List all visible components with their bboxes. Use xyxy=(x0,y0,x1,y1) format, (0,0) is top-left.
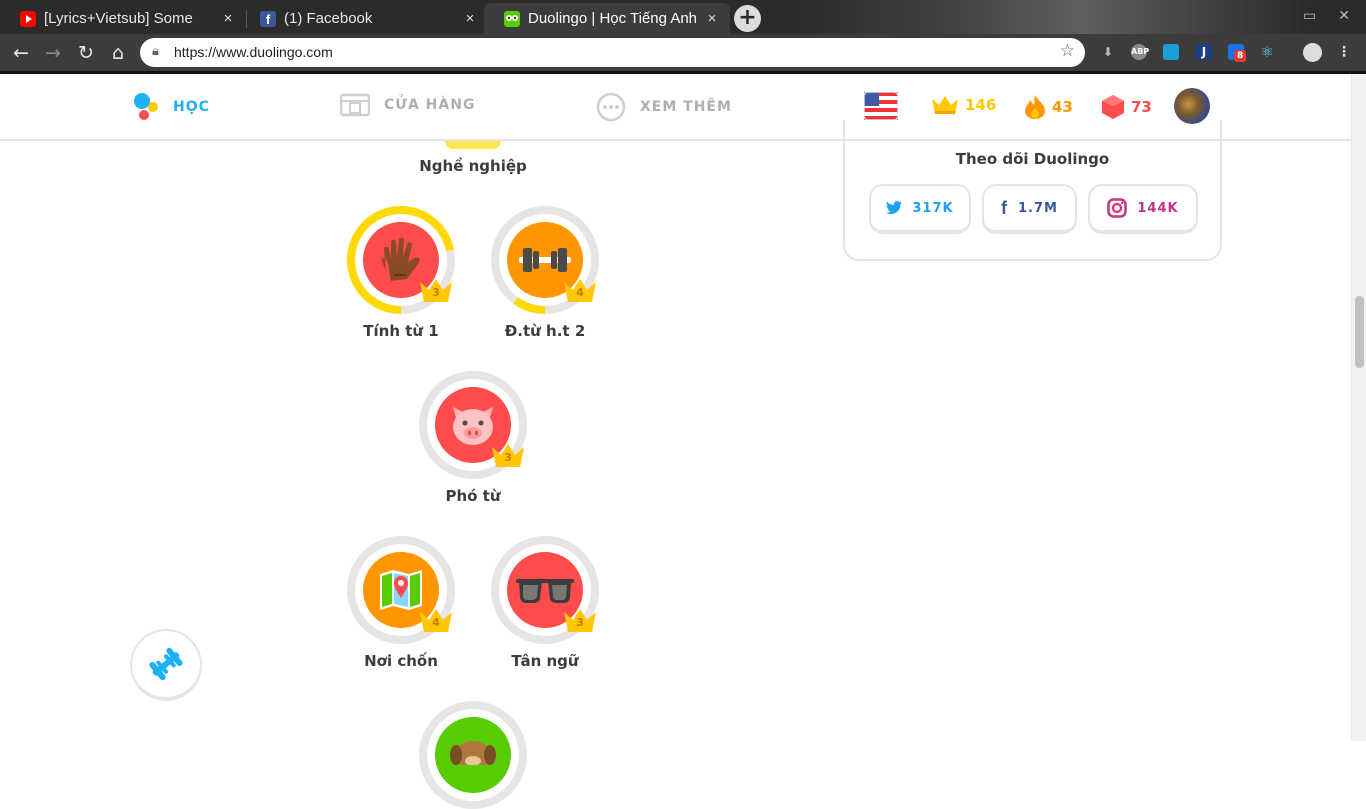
extension-j-icon[interactable]: J xyxy=(1196,44,1212,60)
skill-label[interactable]: Nghề nghiệp xyxy=(373,157,573,175)
crown-level: 3 xyxy=(576,616,584,629)
panel-title: Theo dõi Duolingo xyxy=(955,150,1110,168)
more-icon xyxy=(596,92,626,122)
browser-toolbar: ← → ↻ ⌂ 🔒︎ https://www.duolingo.com ☆ ⬇ … xyxy=(0,34,1366,71)
nav-shop[interactable]: CỬA HÀNG xyxy=(340,92,475,118)
download-extension-icon[interactable]: ⬇ xyxy=(1100,44,1116,60)
react-devtools-icon[interactable]: ⚛ xyxy=(1259,44,1275,60)
us-flag-icon xyxy=(864,92,898,120)
nav-shop-label: CỬA HÀNG xyxy=(384,97,476,113)
browser-tab-bar: [Lyrics+Vietsub] Some × f (1) Facebook ×… xyxy=(0,0,1366,34)
gem-icon xyxy=(1102,95,1124,119)
dumbbell-practice-icon xyxy=(149,647,183,681)
tab-bar-background-art xyxy=(800,0,1310,34)
crown-level: 4 xyxy=(576,286,584,299)
twitter-icon xyxy=(886,201,903,215)
skill-label[interactable]: Tân ngữ xyxy=(445,652,645,670)
youtube-icon xyxy=(20,10,36,27)
crowns-counter[interactable]: 146 xyxy=(931,94,996,116)
streak-counter[interactable]: 43 xyxy=(1024,94,1073,120)
crowns-count: 146 xyxy=(965,96,997,114)
flame-icon xyxy=(1025,95,1045,119)
dog-icon xyxy=(450,741,496,765)
extension-drop-icon[interactable]: 8 xyxy=(1228,44,1247,62)
window-controls: ▭ ✕ xyxy=(1303,8,1350,24)
nav-more-label: XEM THÊM xyxy=(640,99,732,115)
forward-icon[interactable]: → xyxy=(42,42,64,64)
nav-learn-label: HỌC xyxy=(173,99,210,115)
back-icon[interactable]: ← xyxy=(10,42,32,64)
bookmark-star-icon[interactable]: ☆ xyxy=(1060,41,1075,61)
nav-more[interactable]: XEM THÊM xyxy=(596,92,732,122)
shop-icon xyxy=(340,93,370,117)
skill-circle-partial[interactable] xyxy=(445,141,501,149)
duolingo-icon xyxy=(504,10,520,27)
tab-duolingo[interactable]: Duolingo | Học Tiếng Anh × xyxy=(484,3,730,34)
tab-title: Duolingo | Học Tiếng Anh xyxy=(528,10,696,27)
page-scrollbar[interactable] xyxy=(1351,74,1366,741)
crown-level: 3 xyxy=(504,451,512,464)
practice-button[interactable] xyxy=(130,629,202,701)
skill-label[interactable]: Đ.từ h.t 2 xyxy=(445,322,645,340)
learn-icon xyxy=(134,93,158,120)
scrollbar-thumb[interactable] xyxy=(1355,296,1364,368)
extension-blue-icon[interactable] xyxy=(1163,44,1179,60)
skill-circle xyxy=(435,717,511,793)
skill-partial-bottom[interactable] xyxy=(419,701,527,809)
crown-level: 3 xyxy=(432,286,440,299)
twitter-count: 317K xyxy=(912,200,954,216)
crown-level: 4 xyxy=(432,616,440,629)
new-tab-button[interactable]: + xyxy=(734,5,761,32)
follow-duolingo-panel: Theo dõi Duolingo 317K f 1.7M 144K xyxy=(843,120,1222,261)
skill-pho-tu[interactable]: 3 xyxy=(419,371,527,479)
tab-close-button[interactable]: × xyxy=(462,10,478,27)
skill-tan-ngu[interactable]: 3 xyxy=(491,536,599,644)
twitter-button[interactable]: 317K xyxy=(869,184,971,234)
facebook-icon: f xyxy=(260,10,276,27)
url-text: https://www.duolingo.com xyxy=(174,44,333,60)
skill-label[interactable]: Phó từ xyxy=(373,487,573,505)
adblock-extension-icon[interactable]: ABP xyxy=(1131,44,1149,60)
menu-kebab-icon[interactable]: ⋮ xyxy=(1336,44,1352,60)
dumbbell-icon xyxy=(519,248,571,272)
gems-count: 73 xyxy=(1131,98,1152,116)
instagram-count: 144K xyxy=(1137,200,1179,216)
tab-youtube[interactable]: [Lyrics+Vietsub] Some × xyxy=(0,3,246,34)
streak-count: 43 xyxy=(1052,98,1073,116)
sunglasses-icon xyxy=(516,579,574,603)
tab-title: (1) Facebook xyxy=(284,10,373,27)
extension-badge: 8 xyxy=(1234,50,1247,62)
instagram-button[interactable]: 144K xyxy=(1088,184,1198,234)
lock-icon: 🔒︎ xyxy=(152,44,159,59)
tab-close-button[interactable]: × xyxy=(220,10,236,27)
tab-facebook[interactable]: f (1) Facebook × xyxy=(240,3,488,34)
tab-close-button[interactable]: × xyxy=(704,10,720,27)
tab-title: [Lyrics+Vietsub] Some xyxy=(44,10,193,27)
close-window-icon[interactable]: ✕ xyxy=(1338,8,1350,24)
user-avatar[interactable] xyxy=(1174,88,1210,124)
home-icon[interactable]: ⌂ xyxy=(107,42,129,64)
facebook-button[interactable]: f 1.7M xyxy=(982,184,1077,234)
course-flag-button[interactable] xyxy=(864,92,898,120)
skill-tinh-tu-1[interactable]: 3 xyxy=(347,206,455,314)
crown-icon xyxy=(932,96,958,114)
skill-dong-tu-ht-2[interactable]: 4 xyxy=(491,206,599,314)
reload-icon[interactable]: ↻ xyxy=(75,42,97,64)
profile-avatar-icon[interactable] xyxy=(1303,43,1322,62)
address-bar[interactable]: 🔒︎ https://www.duolingo.com ☆ xyxy=(140,38,1085,67)
instagram-icon xyxy=(1107,198,1128,218)
facebook-count: 1.7M xyxy=(1018,200,1058,216)
gems-counter[interactable]: 73 xyxy=(1101,94,1152,120)
skill-noi-chon[interactable]: 4 xyxy=(347,536,455,644)
facebook-icon: f xyxy=(1001,197,1009,218)
nav-learn[interactable]: HỌC xyxy=(133,92,210,122)
minimize-icon[interactable]: ▭ xyxy=(1303,8,1316,24)
